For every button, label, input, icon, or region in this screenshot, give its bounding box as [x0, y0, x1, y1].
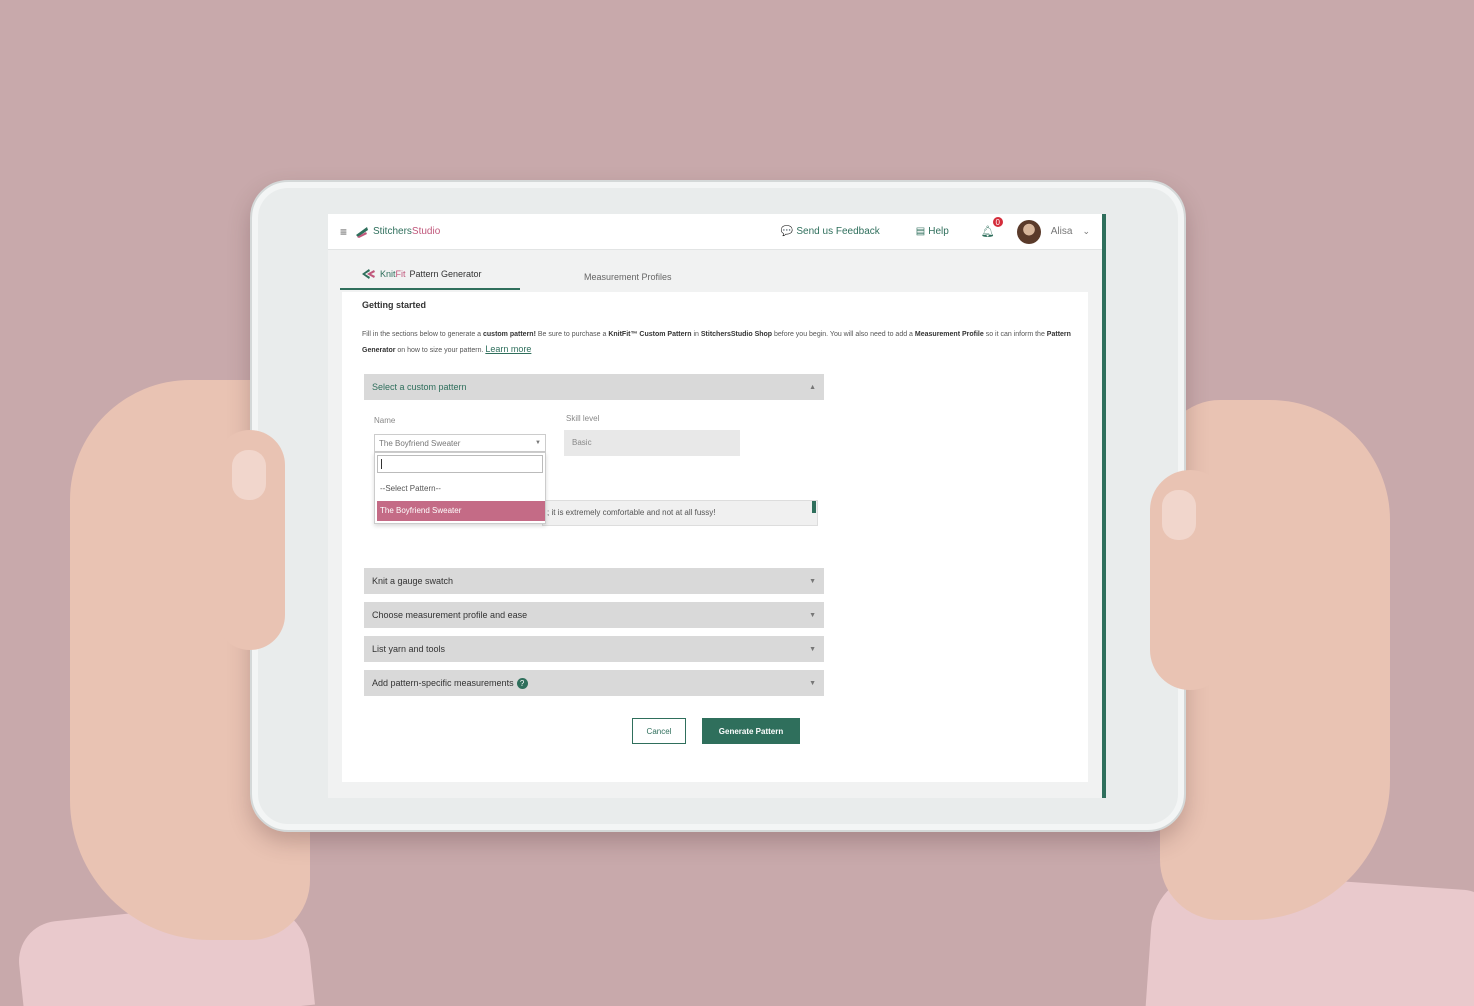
generate-pattern-button[interactable]: Generate Pattern — [702, 718, 800, 744]
chevron-down-icon[interactable]: ⌄ — [1082, 226, 1090, 237]
tab-label: Pattern Generator — [409, 269, 482, 279]
logo-icon — [356, 226, 369, 238]
section-yarn[interactable]: List yarn and tools ▼ — [364, 636, 824, 662]
pattern-name-select[interactable]: The Boyfriend Sweater ▼ — [374, 434, 546, 452]
document-icon: ▤ — [915, 226, 926, 237]
tablet-screen: ≡ StitchersStudio 💬 Send us Feedback ▤ H… — [328, 214, 1106, 798]
caret-down-icon: ▼ — [809, 577, 816, 585]
section-specific[interactable]: Add pattern-specific measurements? ▼ — [364, 670, 824, 696]
learn-more-link[interactable]: Learn more — [485, 344, 531, 354]
section-label: List yarn and tools — [372, 644, 446, 654]
bell-icon: 🔔︎ — [980, 226, 995, 238]
skill-level-label: Skill level — [566, 414, 600, 423]
hamburger-icon[interactable]: ≡ — [340, 225, 347, 239]
section-gauge[interactable]: Knit a gauge swatch ▼ — [364, 568, 824, 594]
dropdown-option-selected[interactable]: The Boyfriend Sweater — [377, 501, 545, 521]
intro-text: Fill in the sections below to generate a… — [362, 331, 1071, 354]
section-measurement[interactable]: Choose measurement profile and ease ▼ — [364, 602, 824, 628]
caret-up-icon: ▲ — [809, 383, 816, 391]
knitfit-label: KnitFit — [380, 269, 406, 279]
pattern-dropdown: --Select Pattern-- The Boyfriend Sweater — [374, 452, 546, 524]
section-label: Add pattern-specific measurements — [372, 678, 514, 688]
tab-measurement-profiles[interactable]: Measurement Profiles — [564, 272, 692, 290]
cancel-button[interactable]: Cancel — [632, 718, 686, 744]
caret-down-icon: ▼ — [809, 679, 816, 687]
right-thumbnail — [1162, 490, 1196, 540]
avatar[interactable] — [1016, 219, 1041, 244]
main-card: Getting started Fill in the sections bel… — [342, 292, 1088, 782]
section-label: Choose measurement profile and ease — [372, 610, 528, 620]
help-link[interactable]: ▤ Help — [916, 226, 949, 237]
notification-badge: 0 — [992, 217, 1003, 227]
brand-name[interactable]: StitchersStudio — [373, 226, 440, 237]
dropdown-option[interactable]: --Select Pattern-- — [377, 479, 545, 499]
chat-icon: 💬 — [780, 226, 794, 237]
scrollbar[interactable] — [812, 501, 816, 513]
caret-down-icon: ▼ — [809, 645, 816, 653]
name-label: Name — [374, 416, 396, 425]
top-bar: ≡ StitchersStudio 💬 Send us Feedback ▤ H… — [328, 214, 1102, 250]
page-title: Getting started — [362, 300, 427, 310]
tab-bar: KnitFit Pattern Generator Measurement Pr… — [328, 250, 1102, 290]
tab-pattern-generator[interactable]: KnitFit Pattern Generator — [340, 268, 520, 290]
info-icon[interactable]: ? — [516, 677, 528, 689]
section-label: Knit a gauge swatch — [372, 576, 454, 586]
caret-down-icon: ▼ — [535, 440, 541, 446]
description-field[interactable]: ; it is extremely comfortable and not at… — [542, 500, 818, 526]
skill-level-field: Basic — [564, 430, 740, 456]
caret-down-icon: ▼ — [809, 611, 816, 619]
user-name[interactable]: Alisa — [1051, 226, 1073, 237]
knitfit-logo-icon — [362, 269, 375, 279]
dropdown-search-input[interactable] — [377, 455, 543, 473]
notifications-button[interactable]: 🔔︎ 0 — [980, 217, 1003, 238]
section-label: Select a custom pattern — [372, 382, 467, 392]
section-select-pattern[interactable]: Select a custom pattern ▲ — [364, 374, 824, 400]
left-thumbnail — [232, 450, 266, 500]
feedback-link[interactable]: 💬 Send us Feedback — [781, 226, 880, 237]
